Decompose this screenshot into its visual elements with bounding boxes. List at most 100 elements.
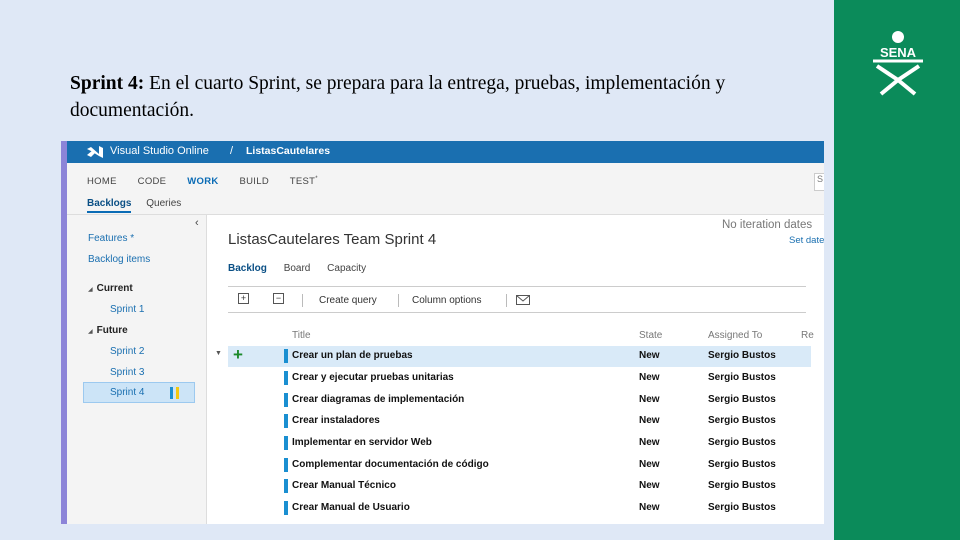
row-assigned: Sergio Bustos bbox=[708, 415, 776, 426]
row-title[interactable]: Crear Manual Técnico bbox=[292, 480, 396, 491]
nav-code[interactable]: CODE bbox=[138, 176, 167, 187]
set-dates-link[interactable]: Set dates bbox=[789, 235, 824, 246]
tab-backlog[interactable]: Backlog bbox=[228, 263, 267, 274]
visual-studio-icon bbox=[87, 146, 103, 158]
add-child-icon[interactable]: + bbox=[233, 345, 243, 365]
sidebar-item-sprint-2[interactable]: Sprint 2 bbox=[110, 346, 144, 357]
row-assigned: Sergio Bustos bbox=[708, 394, 776, 405]
table-row[interactable]: Crear Manual Técnico New Sergio Bustos bbox=[208, 476, 824, 497]
row-title[interactable]: Implementar en servidor Web bbox=[292, 437, 432, 448]
column-header-assigned-to[interactable]: Assigned To bbox=[708, 330, 762, 341]
toolbar-divider bbox=[506, 294, 507, 307]
product-name[interactable]: Visual Studio Online bbox=[110, 145, 209, 157]
row-assigned: Sergio Bustos bbox=[708, 437, 776, 448]
nav-build[interactable]: BUILD bbox=[240, 176, 269, 187]
svg-text:SENA: SENA bbox=[880, 45, 917, 60]
collapse-pane-icon[interactable]: ‹ bbox=[195, 217, 199, 229]
row-state: New bbox=[639, 480, 660, 491]
sidebar-item-sprint-1[interactable]: Sprint 1 bbox=[110, 304, 144, 315]
sidebar-group-current[interactable]: ◢ Current bbox=[88, 283, 133, 294]
collapse-all-icon[interactable]: − bbox=[273, 293, 284, 304]
row-title[interactable]: Crear y ejecutar pruebas unitarias bbox=[292, 372, 454, 383]
subnav-backlogs[interactable]: Backlogs bbox=[87, 198, 132, 213]
breadcrumb-separator: / bbox=[230, 145, 234, 157]
column-header-remaining[interactable]: Re bbox=[801, 330, 814, 341]
row-title[interactable]: Complementar documentación de código bbox=[292, 459, 489, 470]
row-state: New bbox=[639, 502, 660, 513]
table-row[interactable]: Crear instaladores New Sergio Bustos bbox=[208, 411, 824, 432]
subnav-queries[interactable]: Queries bbox=[146, 198, 181, 209]
row-state: New bbox=[639, 415, 660, 426]
brand-bar: SENA bbox=[834, 0, 960, 540]
sidebar-group-future[interactable]: ◢ Future bbox=[88, 325, 128, 336]
row-state: New bbox=[639, 437, 660, 448]
table-row[interactable]: Implementar en servidor Web New Sergio B… bbox=[208, 433, 824, 454]
search-input[interactable]: S bbox=[814, 173, 824, 191]
tab-board[interactable]: Board bbox=[284, 263, 311, 274]
slide-title-bold: Sprint 4: bbox=[70, 73, 145, 94]
page-title: ListasCautelares Team Sprint 4 bbox=[228, 231, 437, 248]
slide-title-text: En el cuarto Sprint, se prepara para la … bbox=[70, 73, 726, 121]
sena-logo: SENA bbox=[873, 31, 923, 96]
work-item-color-bar bbox=[284, 436, 288, 450]
row-assigned: Sergio Bustos bbox=[708, 372, 776, 383]
top-bar: Visual Studio Online / ListasCautelares bbox=[67, 141, 824, 163]
sidebar-group-current-label: Current bbox=[96, 283, 133, 294]
nav-test-label: TEST bbox=[289, 176, 316, 188]
hub-nav: HOME CODE WORK BUILD TEST* bbox=[87, 176, 336, 187]
mail-icon[interactable] bbox=[516, 295, 530, 305]
sidebar-item-backlog-items[interactable]: Backlog items bbox=[88, 254, 150, 265]
slide-title: Sprint 4: En el cuarto Sprint, se prepar… bbox=[70, 70, 810, 124]
table-row[interactable]: Complementar documentación de código New… bbox=[208, 455, 824, 476]
work-item-color-bar bbox=[284, 458, 288, 472]
backlog-tabs: Backlog Board Capacity bbox=[228, 263, 380, 274]
nav-bar: HOME CODE WORK BUILD TEST* S Backlogs Qu… bbox=[67, 163, 824, 215]
toolbar-divider bbox=[302, 294, 303, 307]
tab-capacity[interactable]: Capacity bbox=[327, 263, 366, 274]
row-assigned: Sergio Bustos bbox=[708, 480, 776, 491]
table-row[interactable]: Crear y ejecutar pruebas unitarias New S… bbox=[208, 368, 824, 389]
work-item-color-bar bbox=[284, 479, 288, 493]
work-item-color-bar bbox=[284, 501, 288, 515]
table-row[interactable]: Crear diagramas de implementación New Se… bbox=[208, 390, 824, 411]
backlog-toolbar: + − Create query Column options bbox=[228, 286, 806, 313]
sidebar-item-sprint-4-selected[interactable]: Sprint 4 bbox=[83, 382, 195, 403]
nav-work[interactable]: WORK bbox=[187, 176, 218, 187]
table-row[interactable]: ▼ + Crear un plan de pruebas New Sergio … bbox=[208, 345, 824, 367]
work-subnav: Backlogs Queries bbox=[87, 198, 193, 213]
column-header-state[interactable]: State bbox=[639, 330, 662, 341]
nav-test[interactable]: TEST* bbox=[290, 176, 318, 187]
create-query-button[interactable]: Create query bbox=[319, 295, 377, 306]
row-title[interactable]: Crear instaladores bbox=[292, 415, 380, 426]
backlog-main: ListasCautelares Team Sprint 4 No iterat… bbox=[208, 215, 824, 524]
table-row[interactable]: Crear Manual de Usuario New Sergio Busto… bbox=[208, 498, 824, 519]
work-item-color-bar bbox=[284, 393, 288, 407]
sidebar-item-features[interactable]: Features * bbox=[88, 233, 134, 244]
nav-home[interactable]: HOME bbox=[87, 176, 117, 187]
row-assigned: Sergio Bustos bbox=[708, 350, 776, 361]
row-assigned: Sergio Bustos bbox=[708, 459, 776, 470]
expand-all-icon[interactable]: + bbox=[238, 293, 249, 304]
column-header-title[interactable]: Title bbox=[292, 330, 311, 341]
row-state: New bbox=[639, 459, 660, 470]
expand-triangle-icon: ◢ bbox=[88, 329, 93, 335]
work-item-color-bar bbox=[284, 349, 288, 363]
row-state: New bbox=[639, 372, 660, 383]
capacity-bar-icon bbox=[170, 387, 173, 399]
expand-triangle-icon: ◢ bbox=[88, 287, 93, 293]
row-assigned: Sergio Bustos bbox=[708, 502, 776, 513]
row-state: New bbox=[639, 350, 660, 361]
nav-test-marker: * bbox=[315, 176, 318, 182]
sidebar-item-sprint-3[interactable]: Sprint 3 bbox=[110, 367, 144, 378]
backlog-sidebar: ‹ Features * Backlog items ◢ Current Spri… bbox=[67, 215, 207, 524]
row-title[interactable]: Crear diagramas de implementación bbox=[292, 394, 464, 405]
row-expand-icon[interactable]: ▼ bbox=[215, 350, 222, 357]
row-title[interactable]: Crear Manual de Usuario bbox=[292, 502, 410, 513]
toolbar-divider bbox=[398, 294, 399, 307]
column-options-button[interactable]: Column options bbox=[412, 295, 481, 306]
sidebar-group-future-label: Future bbox=[96, 325, 128, 336]
work-item-color-bar bbox=[284, 371, 288, 385]
project-name[interactable]: ListasCautelares bbox=[246, 145, 330, 157]
row-title[interactable]: Crear un plan de pruebas bbox=[292, 350, 413, 361]
work-item-color-bar bbox=[284, 414, 288, 428]
